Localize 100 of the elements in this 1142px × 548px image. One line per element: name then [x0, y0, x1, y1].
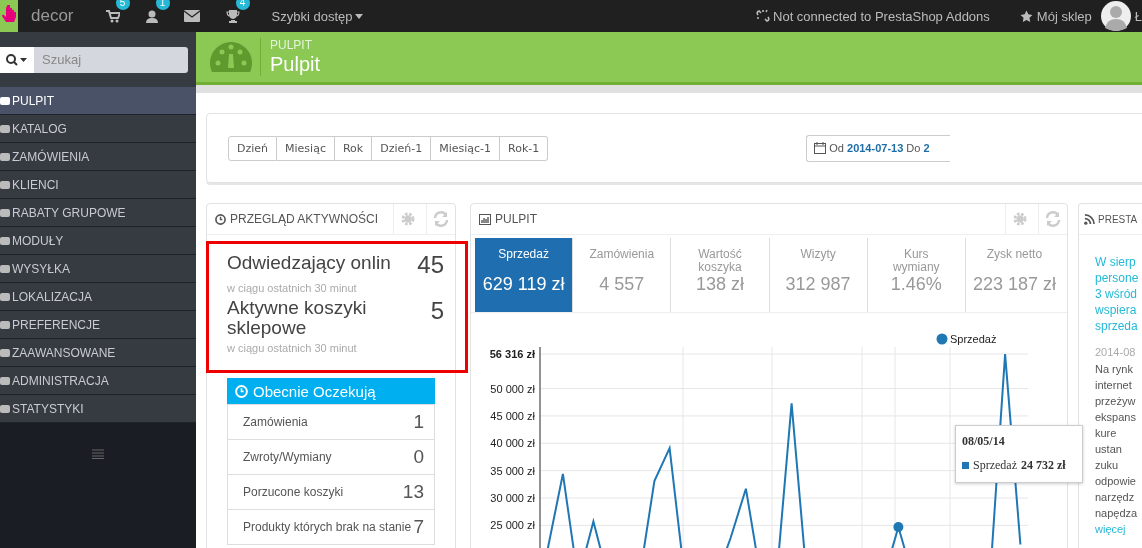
sidebar-item[interactable]: MODUŁY: [0, 227, 196, 255]
row-value: 13: [402, 481, 424, 503]
menu-item-icon: [0, 263, 10, 274]
sidebar-item[interactable]: RABATY GRUPOWE: [0, 199, 196, 227]
stat-note: w ciągu ostatnich 30 minut: [227, 342, 358, 354]
broken-link-icon: [756, 9, 770, 23]
star-icon: [1019, 9, 1033, 23]
news-text: napędza: [1095, 506, 1139, 521]
tooltip-value: 24 732 zł: [1021, 458, 1066, 473]
panel-title: PRESTA: [1098, 213, 1138, 225]
y-tick-label: 45 000 zł: [490, 409, 535, 422]
shop-name[interactable]: decor: [31, 6, 74, 26]
search-field[interactable]: Szukaj: [34, 46, 188, 73]
my-shop-link[interactable]: Mój sklep: [1036, 8, 1092, 24]
news-date: 2014-08: [1095, 345, 1137, 360]
news-text: odpowie: [1095, 474, 1137, 489]
date-range-picker[interactable]: Od 2014-07-13 Do 2: [806, 134, 950, 162]
panel-title: PRZEGLĄD AKTYWNOŚCI: [230, 212, 379, 226]
sidebar-item[interactable]: PULPIT: [0, 87, 196, 115]
kpi-tab[interactable]: Sprzedaż 629 119 zł: [475, 238, 574, 312]
data-point[interactable]: [893, 522, 904, 532]
clock-icon: [235, 384, 248, 398]
menu-icon[interactable]: [92, 449, 104, 459]
row-label: Porzucone koszyki: [243, 485, 344, 499]
row-label: Zwroty/Wymiany: [243, 450, 332, 464]
news-text: ustan: [1095, 442, 1123, 457]
panel-title: PULPIT: [495, 212, 537, 226]
period-button[interactable]: Dzień: [228, 135, 278, 161]
period-button[interactable]: Rok-1: [500, 135, 549, 161]
legend-item[interactable]: Sprzedaż: [936, 333, 997, 345]
row-value: 0: [413, 446, 424, 468]
menu-item-icon: [0, 375, 10, 386]
trophy-icon[interactable]: [225, 9, 240, 23]
y-tick-label: 30 000 zł: [490, 492, 535, 504]
count-badge: 5: [115, 0, 130, 10]
cart-icon[interactable]: [105, 9, 120, 23]
caret-icon: [355, 13, 364, 19]
search-icon: [6, 53, 28, 66]
addons-status-link[interactable]: Not connected to PrestaShop Addons: [773, 8, 990, 24]
menu-item-icon: [0, 207, 10, 218]
stat-label: Odwiedzający onlin: [227, 252, 391, 274]
menu-item-icon: [0, 235, 10, 246]
count-badge: 1: [155, 0, 170, 10]
menu-item-icon: [0, 179, 10, 190]
row-label: Produkty których brak na stanie: [243, 520, 412, 534]
news-text: zuku: [1095, 458, 1120, 473]
menu-item-icon: [0, 403, 10, 414]
row-label: Zamówienia: [243, 415, 308, 429]
y-tick-label: 50 000 zł: [490, 382, 535, 395]
sidebar-item[interactable]: ZAAWANSOWANE: [0, 339, 196, 367]
series-swatch: [962, 462, 969, 469]
period-button[interactable]: Miesiąc-1: [431, 135, 501, 161]
news-text: narzędz: [1095, 490, 1136, 505]
clock-icon: [215, 213, 226, 225]
rss-icon: [1084, 213, 1095, 225]
page-title: Pulpit: [270, 52, 321, 76]
pending-row[interactable]: Porzucone koszyki 13: [228, 475, 434, 510]
period-button[interactable]: Dzień-1: [372, 135, 432, 161]
sidebar-item[interactable]: KATALOG: [0, 115, 196, 143]
period-button[interactable]: Miesiąc: [277, 135, 335, 161]
row-value: 1: [413, 411, 424, 433]
search-menu-button[interactable]: [0, 46, 34, 73]
news-text: Na rynk: [1095, 362, 1134, 377]
menu-item-icon: [0, 291, 10, 302]
news-text: internet: [1095, 378, 1133, 393]
pending-row[interactable]: Zamówienia 1: [228, 405, 434, 440]
sidebar-item[interactable]: WYSYŁKA: [0, 255, 196, 283]
user-name[interactable]: Ł: [1134, 8, 1142, 24]
menu-item-icon: [0, 319, 10, 330]
row-value: 7: [413, 516, 424, 538]
menu-item-icon: [0, 347, 10, 358]
sidebar-item[interactable]: ADMINISTRACJA: [0, 367, 196, 395]
count-badge: 4: [235, 0, 250, 10]
gauge-icon: [210, 42, 252, 72]
y-tick-label: 35 000 zł: [490, 464, 535, 477]
menu-item-icon: [0, 151, 10, 162]
sidebar-item[interactable]: LOKALIZACJA: [0, 283, 196, 311]
pending-title: Obecnie Oczekują: [253, 382, 376, 400]
period-button[interactable]: Rok: [334, 135, 373, 161]
avatar-icon[interactable]: [1099, 1, 1132, 31]
sidebar-item[interactable]: KLIENCI: [0, 171, 196, 199]
stat-value: 45: [417, 252, 444, 278]
menu-item-icon: [0, 95, 10, 106]
stat-label: Aktywne koszyki sklepowe: [227, 298, 368, 338]
sidebar-item[interactable]: PREFERENCJE: [0, 311, 196, 339]
calendar-icon: [814, 142, 827, 154]
pending-row[interactable]: Zwroty/Wymiany 0: [228, 440, 434, 475]
news-text: przeżyw: [1095, 394, 1137, 409]
mail-icon[interactable]: [183, 10, 200, 22]
pending-row[interactable]: Produkty których brak na stanie 7: [228, 510, 434, 545]
tooltip-date: 08/05/14: [962, 434, 1006, 449]
stat-value: 5: [430, 298, 444, 324]
news-text: ekspans: [1095, 410, 1137, 425]
user-icon[interactable]: [145, 9, 158, 23]
legend-label: Sprzedaż: [950, 333, 997, 345]
sidebar-item[interactable]: ZAMÓWIENIA: [0, 143, 196, 171]
quick-access-menu[interactable]: Szybki dostęp: [271, 8, 364, 24]
tooltip-series: Sprzedaż: [973, 458, 1017, 473]
sidebar-item[interactable]: STATYSTYKI: [0, 395, 196, 423]
bar-chart-icon: [479, 213, 491, 225]
